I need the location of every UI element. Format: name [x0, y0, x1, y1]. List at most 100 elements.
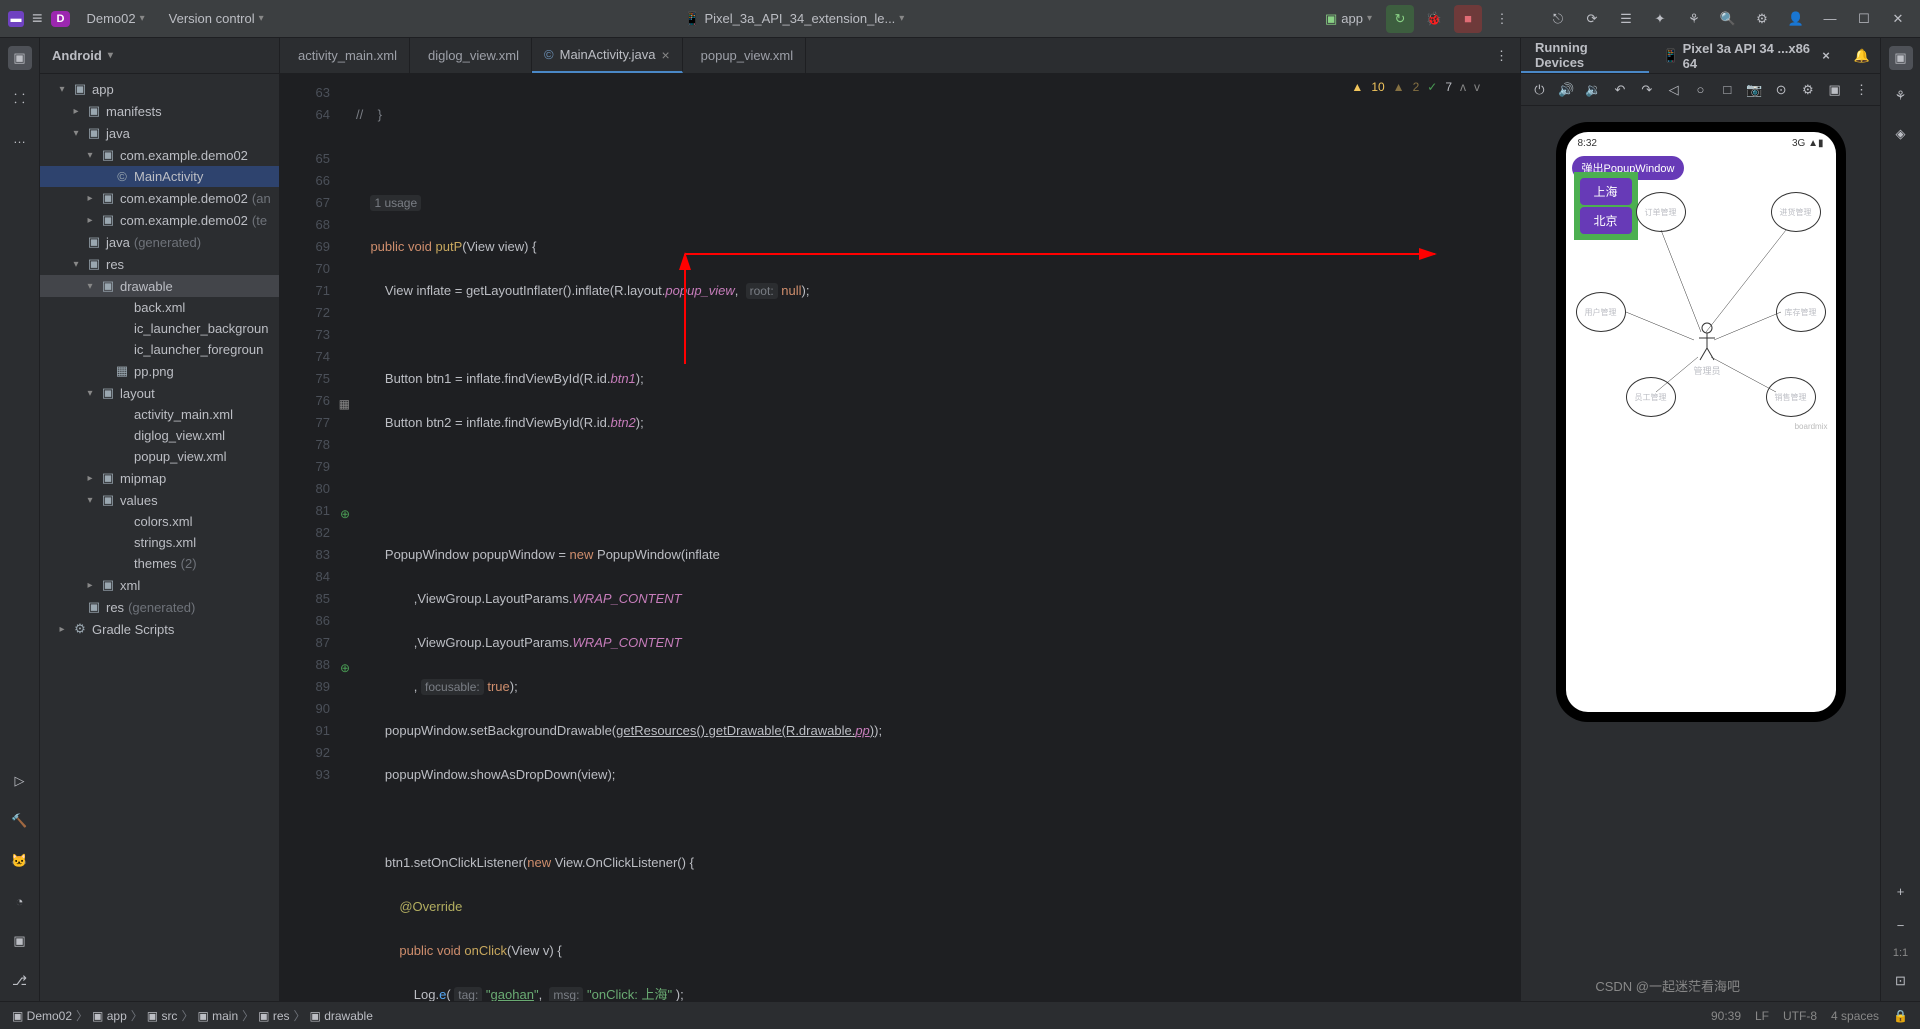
rotate-left-icon[interactable]: ↶ — [1610, 79, 1631, 101]
more-tool-icon[interactable]: … — [8, 126, 32, 150]
profiler-tool-icon[interactable]: ◔ — [8, 889, 32, 913]
run-config-dropdown[interactable]: ▣ app ▾ — [1317, 7, 1380, 31]
user-icon[interactable]: 👤 — [1782, 5, 1810, 33]
screenshot-icon[interactable]: 📷 — [1744, 79, 1765, 101]
tree-item[interactable]: ▸▣com.example.demo02 (te — [40, 209, 279, 231]
tree-item[interactable]: ▣java (generated) — [40, 231, 279, 253]
vcs-tool-icon[interactable]: ⎇ — [8, 969, 32, 993]
encoding[interactable]: UTF-8 — [1783, 1009, 1817, 1023]
breadcrumb-item[interactable]: ▣ app — [92, 1009, 127, 1023]
tree-item[interactable]: activity_main.xml — [40, 404, 279, 425]
notifications-icon[interactable]: 🔔 — [1844, 48, 1880, 64]
sync-icon[interactable]: ⟳ — [1578, 5, 1606, 33]
structure-tool-icon[interactable]: ⸬ — [8, 86, 32, 110]
zoom-in-icon[interactable]: + — [1889, 879, 1913, 903]
rotate-right-icon[interactable]: ↷ — [1636, 79, 1657, 101]
settings-icon[interactable]: ⚙ — [1797, 79, 1818, 101]
run-tool-icon[interactable]: ▷ — [8, 769, 32, 793]
build-tool-icon[interactable]: 🔨 — [8, 809, 32, 833]
project-dropdown[interactable]: Demo02 ▾ — [78, 7, 152, 30]
tool-icon[interactable]: ⎋ — [1544, 5, 1572, 33]
readonly-icon[interactable]: 🔒 — [1893, 1009, 1908, 1023]
nav-up-icon[interactable]: ʌ — [1460, 80, 1466, 94]
tree-item[interactable]: ▸▣mipmap — [40, 467, 279, 489]
debug-button[interactable]: 🐞 — [1420, 5, 1448, 33]
search-icon[interactable]: 🔍 — [1714, 5, 1742, 33]
profiler-icon[interactable]: ⚘ — [1680, 5, 1708, 33]
tree-item[interactable]: ▸⚙Gradle Scripts — [40, 618, 279, 640]
tree-item[interactable]: ▸▣xml — [40, 574, 279, 596]
tree-item[interactable]: ▾▣values — [40, 489, 279, 511]
volume-down-icon[interactable]: 🔉 — [1583, 79, 1604, 101]
breadcrumb-item[interactable]: ▣ src — [147, 1009, 178, 1023]
stop-button[interactable]: ■ — [1454, 5, 1482, 33]
editor-tab[interactable]: activity_main.xml — [280, 38, 410, 73]
project-panel-header[interactable]: Android ▾ — [40, 38, 279, 74]
tree-item[interactable]: ▾▣app — [40, 78, 279, 100]
breadcrumb-item[interactable]: ▣ drawable — [310, 1009, 373, 1023]
tree-item[interactable]: ▾▣drawable — [40, 275, 279, 297]
tree-item[interactable]: ▾▣layout — [40, 382, 279, 404]
close-tab-icon[interactable]: × — [661, 47, 669, 63]
display-icon[interactable]: ▣ — [1824, 79, 1845, 101]
vcs-dropdown[interactable]: Version control ▾ — [161, 7, 272, 30]
phone-screen[interactable]: 8:32 3G ▲▮ 弹出PopupWindow 上海 北京 订单管理 进货管理… — [1566, 132, 1836, 712]
tree-item[interactable]: ▾▣res — [40, 253, 279, 275]
tree-item[interactable]: colors.xml — [40, 511, 279, 532]
gradle-tool-icon[interactable]: ⚘ — [1889, 84, 1913, 108]
tree-item[interactable]: themes (2) — [40, 553, 279, 574]
project-tool-icon[interactable]: ▣ — [8, 46, 32, 70]
breadcrumb-item[interactable]: ▣ Demo02 — [12, 1009, 72, 1023]
back-icon[interactable]: ◁ — [1663, 79, 1684, 101]
minimize-icon[interactable]: — — [1816, 5, 1844, 33]
bug-icon[interactable]: ✦ — [1646, 5, 1674, 33]
running-devices-tab[interactable]: Running Devices — [1521, 38, 1649, 73]
tree-item[interactable]: ▣res (generated) — [40, 596, 279, 618]
overview-icon[interactable]: □ — [1717, 79, 1738, 101]
list-icon[interactable]: ☰ — [1612, 5, 1640, 33]
terminal-tool-icon[interactable]: ▣ — [8, 929, 32, 953]
record-icon[interactable]: ⊙ — [1771, 79, 1792, 101]
tree-item[interactable]: ▸▣com.example.demo02 (an — [40, 187, 279, 209]
tree-item[interactable]: ic_launcher_backgroun — [40, 318, 279, 339]
editor-tab[interactable]: diglog_view.xml — [410, 38, 532, 73]
volume-up-icon[interactable]: 🔊 — [1556, 79, 1577, 101]
tree-item[interactable]: ic_launcher_foregroun — [40, 339, 279, 360]
tree-item[interactable]: strings.xml — [40, 532, 279, 553]
tree-item[interactable]: diglog_view.xml — [40, 425, 279, 446]
inspection-widget[interactable]: ▲10 ▲2 ✓7 ʌ v — [1351, 80, 1480, 94]
popup-item-beijing[interactable]: 北京 — [1580, 207, 1632, 234]
zoom-out-icon[interactable]: − — [1889, 913, 1913, 937]
tree-item[interactable]: ▸▣manifests — [40, 100, 279, 122]
device-selector[interactable]: 📱 Pixel_3a_API_34_extension_le... ▾ — [676, 7, 912, 31]
more-icon[interactable]: ⋮ — [1851, 79, 1872, 101]
more-actions-icon[interactable]: ⋮ — [1488, 5, 1516, 33]
tree-item[interactable]: popup_view.xml — [40, 446, 279, 467]
power-icon[interactable]: ⏻ — [1529, 79, 1550, 101]
code-area[interactable]: // } 1 usage public void putP(View view)… — [340, 74, 1520, 1001]
tree-item[interactable]: ▾▣com.example.demo02 — [40, 144, 279, 166]
breadcrumb-item[interactable]: ▣ main — [197, 1009, 238, 1023]
settings-icon[interactable]: ⚙ — [1748, 5, 1776, 33]
editor-tab[interactable]: popup_view.xml — [683, 38, 807, 73]
editor-tab[interactable]: ©MainActivity.java× — [532, 38, 683, 73]
ai-tool-icon[interactable]: ◈ — [1889, 122, 1913, 146]
device-tool-icon[interactable]: ▣ — [1889, 46, 1913, 70]
tree-item[interactable]: ▾▣java — [40, 122, 279, 144]
run-button[interactable]: ↻ — [1386, 5, 1414, 33]
hamburger-icon[interactable]: ≡ — [32, 8, 43, 29]
tree-item[interactable]: ©MainActivity — [40, 166, 279, 187]
breadcrumb-item[interactable]: ▣ res — [258, 1009, 289, 1023]
nav-down-icon[interactable]: v — [1474, 80, 1480, 94]
breadcrumb[interactable]: ▣ Demo02〉▣ app〉▣ src〉▣ main〉▣ res〉▣ draw… — [12, 1007, 373, 1024]
logcat-tool-icon[interactable]: 🐱 — [8, 849, 32, 873]
tree-item[interactable]: ▦pp.png — [40, 360, 279, 382]
tree-item[interactable]: back.xml — [40, 297, 279, 318]
fit-icon[interactable]: ⊡ — [1889, 969, 1913, 993]
indent[interactable]: 4 spaces — [1831, 1009, 1879, 1023]
close-icon[interactable]: ✕ — [1884, 5, 1912, 33]
tabs-menu-icon[interactable]: ⋮ — [1483, 38, 1520, 73]
home-icon[interactable]: ○ — [1690, 79, 1711, 101]
cursor-position[interactable]: 90:39 — [1711, 1009, 1741, 1023]
line-separator[interactable]: LF — [1755, 1009, 1769, 1023]
